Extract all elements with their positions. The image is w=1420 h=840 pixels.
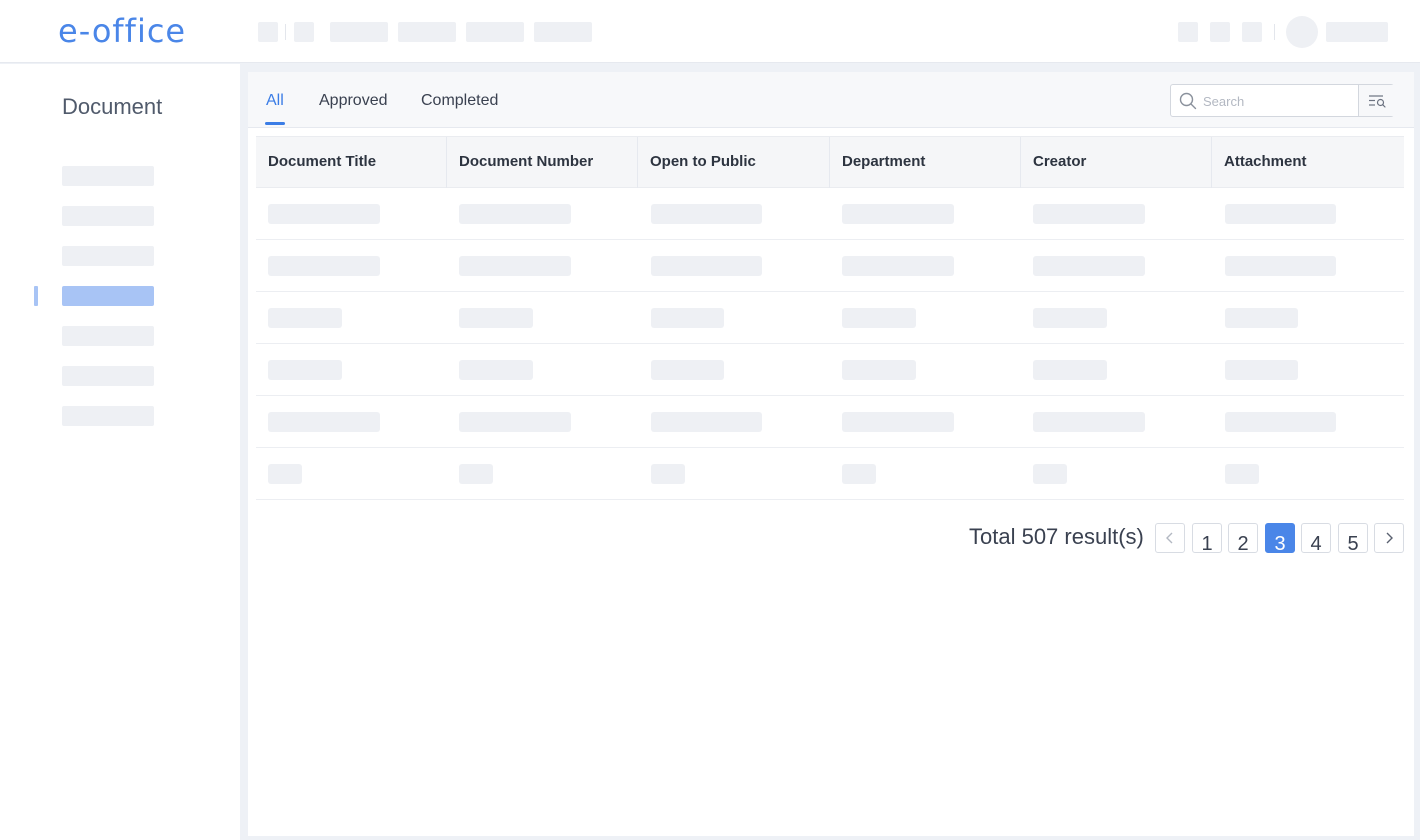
sidebar-item[interactable] [62,246,154,266]
nav-placeholder-item[interactable] [534,22,592,42]
cell-placeholder [268,360,342,380]
table-header: Document Title Document Number Open to P… [256,136,1404,188]
cell-placeholder [1225,308,1298,328]
column-header-department[interactable]: Department [830,137,1021,188]
sidebar-item-active[interactable] [62,286,154,306]
advanced-search-button[interactable] [1358,85,1394,116]
chevron-left-icon [1166,532,1173,544]
sidebar-item[interactable] [62,166,154,186]
nav-placeholder-icon[interactable] [294,22,314,42]
cell-placeholder [1225,204,1336,224]
sidebar: Document [0,64,240,840]
top-bar: e-office [0,0,1420,63]
search-input[interactable] [1203,91,1353,111]
column-header-attachment[interactable]: Attachment [1212,137,1404,188]
search-icon [1179,92,1197,110]
filter-search-icon [1369,95,1386,108]
cell-placeholder [268,464,302,484]
sidebar-item[interactable] [62,326,154,346]
header-divider [1274,24,1275,40]
cell-placeholder [1033,308,1107,328]
header-placeholder-icon[interactable] [1178,22,1198,42]
page-button-2[interactable]: 2 [1228,523,1258,553]
cell-placeholder [1225,464,1259,484]
cell-placeholder [651,412,762,432]
avatar[interactable] [1286,16,1318,48]
cell-placeholder [651,204,762,224]
column-header-document-number[interactable]: Document Number [447,137,638,188]
table-row[interactable] [256,292,1404,344]
main-panel: All Approved Completed Document [248,72,1414,836]
app-logo[interactable]: e-office [58,12,186,50]
cell-placeholder [1033,412,1145,432]
chevron-right-icon [1386,532,1393,544]
cell-placeholder [651,308,724,328]
cell-placeholder [842,412,954,432]
cell-placeholder [459,308,533,328]
cell-placeholder [459,204,571,224]
table-row[interactable] [256,448,1404,500]
tab-approved[interactable]: Approved [319,92,388,110]
nav-divider [285,24,286,40]
table-row[interactable] [256,396,1404,448]
cell-placeholder [651,256,762,276]
cell-placeholder [1225,256,1336,276]
tab-completed[interactable]: Completed [421,92,498,110]
sidebar-active-indicator [34,286,38,306]
column-header-creator[interactable]: Creator [1021,137,1212,188]
nav-placeholder-item[interactable] [466,22,524,42]
cell-placeholder [1033,360,1107,380]
nav-placeholder-item[interactable] [330,22,388,42]
cell-placeholder [1033,204,1145,224]
column-header-document-title[interactable]: Document Title [256,137,447,188]
cell-placeholder [1033,256,1145,276]
cell-placeholder [651,464,685,484]
cell-placeholder [1225,360,1298,380]
cell-placeholder [268,256,380,276]
table-row[interactable] [256,240,1404,292]
page-button-5[interactable]: 5 [1338,523,1368,553]
prev-page-button[interactable] [1155,523,1185,553]
table-row[interactable] [256,188,1404,240]
sidebar-title: Document [62,94,163,119]
cell-placeholder [459,256,571,276]
cell-placeholder [1225,412,1336,432]
header-placeholder-icon[interactable] [1210,22,1230,42]
sidebar-item[interactable] [62,406,154,426]
sidebar-item[interactable] [62,366,154,386]
table-row[interactable] [256,344,1404,396]
total-results: Total 507 result(s) [969,524,1144,549]
cell-placeholder [842,204,954,224]
header-placeholder-icon[interactable] [1242,22,1262,42]
cell-placeholder [459,412,571,432]
active-tab-underline [265,122,285,125]
cell-placeholder [842,360,916,380]
nav-placeholder-item[interactable] [398,22,456,42]
cell-placeholder [459,464,493,484]
page-button-4[interactable]: 4 [1301,523,1331,553]
next-page-button[interactable] [1374,523,1404,553]
user-name-placeholder[interactable] [1326,22,1388,42]
cell-placeholder [268,308,342,328]
cell-placeholder [459,360,533,380]
cell-placeholder [268,204,380,224]
pagination: Total 507 result(s) 1 2 3 4 5 [248,520,1414,560]
nav-placeholder-icon[interactable] [258,22,278,42]
cell-placeholder [268,412,380,432]
search-box [1170,84,1394,117]
page-button-3[interactable]: 3 [1265,523,1295,553]
cell-placeholder [842,464,876,484]
cell-placeholder [651,360,724,380]
column-header-open-to-public[interactable]: Open to Public [638,137,830,188]
cell-placeholder [842,308,916,328]
page-button-1[interactable]: 1 [1192,523,1222,553]
cell-placeholder [1033,464,1067,484]
sidebar-item[interactable] [62,206,154,226]
tabs-bar: All Approved Completed [248,72,1414,128]
tab-all[interactable]: All [266,92,284,110]
cell-placeholder [842,256,954,276]
